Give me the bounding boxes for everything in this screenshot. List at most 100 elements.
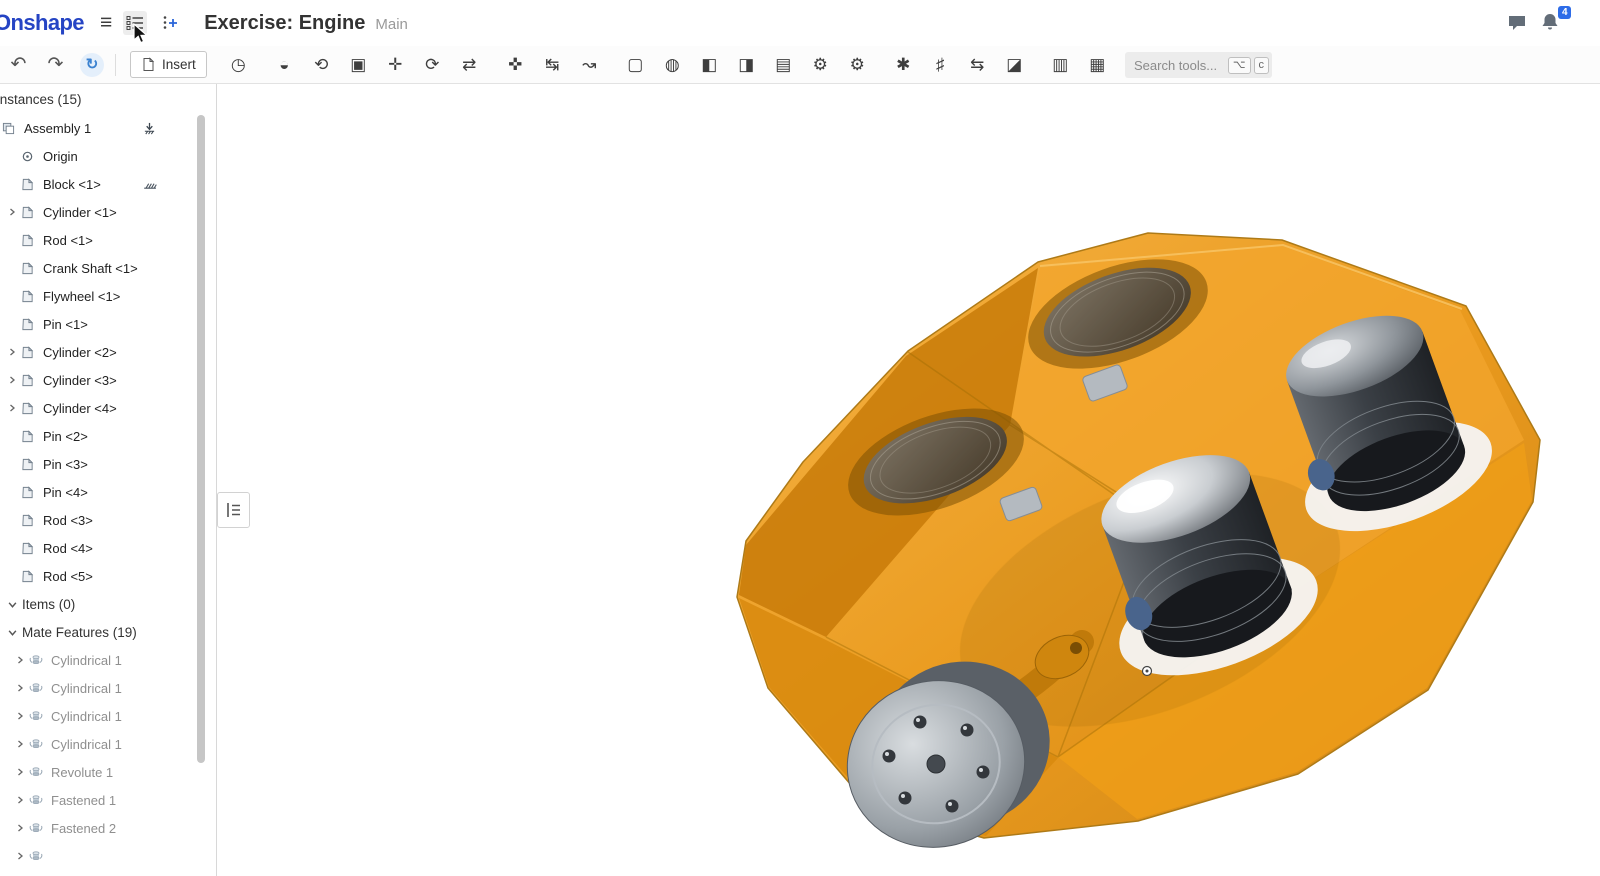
- panel-scrollbar-thumb[interactable]: [197, 115, 205, 763]
- snap-mode-tool-icon[interactable]: ↝: [571, 46, 608, 83]
- mate-feature-fastened-1[interactable]: Fastened 1: [0, 786, 216, 814]
- tree-item-label: Pin <4>: [43, 485, 88, 500]
- redo-button[interactable]: ↷: [37, 53, 74, 76]
- chevron-right-icon[interactable]: [2, 348, 21, 356]
- part-icon: [21, 318, 41, 331]
- insert-part-tool-icon[interactable]: ◍: [654, 46, 691, 83]
- tree-item-cylinder-1[interactable]: Cylinder <1>: [0, 198, 216, 226]
- chevron-right-icon[interactable]: [10, 852, 29, 860]
- fastened-mate-tool-icon[interactable]: ✜: [497, 46, 534, 83]
- tree-item-label: Rod <5>: [43, 569, 93, 584]
- mate-feature-cylindrical-1[interactable]: Cylindrical 1: [0, 702, 216, 730]
- chevron-right-icon[interactable]: [10, 712, 29, 720]
- chevron-right-icon[interactable]: [10, 768, 29, 776]
- mate-relation-tool-icon[interactable]: ⚙: [802, 46, 839, 83]
- tree-item-cylinder-4[interactable]: Cylinder <4>: [0, 394, 216, 422]
- onshape-logo[interactable]: Onshape: [0, 10, 84, 36]
- panel-list-icon: [224, 500, 244, 520]
- chevron-right-icon[interactable]: [2, 404, 21, 412]
- items-section-header[interactable]: Items (0): [0, 590, 216, 618]
- tree-item-partial[interactable]: [0, 842, 216, 870]
- tree-item-pin-2[interactable]: Pin <2>: [0, 422, 216, 450]
- fastened-mate-icon: [29, 793, 49, 807]
- mate-feature-cylindrical-1[interactable]: Cylindrical 1: [0, 674, 216, 702]
- replicate-tool-icon[interactable]: ◧: [691, 46, 728, 83]
- cylindrical-mate-icon: [29, 653, 49, 667]
- named-views-tool-icon[interactable]: ▥: [1042, 46, 1079, 83]
- chevron-right-icon[interactable]: [10, 656, 29, 664]
- notification-count-badge: 4: [1558, 6, 1571, 19]
- mate-feature-label: Cylindrical 1: [51, 681, 122, 696]
- swap-instance-tool-icon[interactable]: ⇆: [959, 46, 996, 83]
- tangent-mate-tool-icon[interactable]: ↹: [534, 46, 571, 83]
- engine-3d-view[interactable]: [218, 84, 1600, 876]
- group-tool-icon[interactable]: ▢: [617, 46, 654, 83]
- cylindrical-mate-tool-icon[interactable]: ◒: [266, 46, 303, 83]
- part-icon: [21, 542, 41, 555]
- slider-mate-tool-icon[interactable]: ▣: [340, 46, 377, 83]
- section-view-tool-icon[interactable]: ◪: [996, 46, 1033, 83]
- chevron-right-icon[interactable]: [2, 376, 21, 384]
- hamburger-menu-icon[interactable]: ≡: [100, 11, 112, 35]
- tree-item-assembly-1[interactable]: Assembly 1: [0, 114, 216, 142]
- parallel-mate-tool-icon[interactable]: ⇄: [451, 46, 488, 83]
- gear-relation-tool-icon[interactable]: ⚙: [839, 46, 876, 83]
- fixed-indicator-icon: [143, 178, 158, 193]
- chevron-right-icon[interactable]: [10, 796, 29, 804]
- mate-feature-cylindrical-1[interactable]: Cylindrical 1: [0, 646, 216, 674]
- ball-mate-tool-icon[interactable]: ⟳: [414, 46, 451, 83]
- notifications-bell[interactable]: 4: [1540, 12, 1562, 34]
- mate-feature-fastened-2[interactable]: Fastened 2: [0, 814, 216, 842]
- tree-item-pin-3[interactable]: Pin <3>: [0, 450, 216, 478]
- part-icon: [21, 178, 41, 191]
- tree-item-crank-shaft-1[interactable]: Crank Shaft <1>: [0, 254, 216, 282]
- part-icon: [21, 346, 41, 359]
- rotate-view-icon[interactable]: ↻: [80, 53, 104, 77]
- comments-icon[interactable]: [1507, 13, 1527, 33]
- screw-relation-tool-icon[interactable]: ✱: [885, 46, 922, 83]
- history-icon[interactable]: ◷: [220, 46, 257, 83]
- tree-item-rod-1[interactable]: Rod <1>: [0, 226, 216, 254]
- linear-pattern-tool-icon[interactable]: ◨: [728, 46, 765, 83]
- collapse-instances-panel-button[interactable]: [217, 492, 250, 528]
- mate-connector-point[interactable]: [1143, 667, 1152, 676]
- tree-item-label: Block <1>: [43, 177, 101, 192]
- instances-header[interactable]: Instances (15): [0, 84, 216, 114]
- mate-feature-cylindrical-1[interactable]: Cylindrical 1: [0, 730, 216, 758]
- tree-item-cylinder-2[interactable]: Cylinder <2>: [0, 338, 216, 366]
- rack-pinion-tool-icon[interactable]: ♯: [922, 46, 959, 83]
- tree-item-pin-1[interactable]: Pin <1>: [0, 310, 216, 338]
- mate-feature-revolute-1[interactable]: Revolute 1: [0, 758, 216, 786]
- tree-item-rod-5[interactable]: Rod <5>: [0, 562, 216, 590]
- chevron-right-icon[interactable]: [10, 740, 29, 748]
- instances-panel: Instances (15) Assembly 1Origin Block <1>…: [0, 84, 217, 876]
- chevron-down-icon[interactable]: [3, 600, 22, 609]
- workspace-name[interactable]: Main: [375, 13, 408, 33]
- mates-section-header[interactable]: Mate Features (19): [0, 618, 216, 646]
- chevron-right-icon[interactable]: [10, 824, 29, 832]
- tree-item-label: Cylinder <1>: [43, 205, 117, 220]
- tree-item-cylinder-3[interactable]: Cylinder <3>: [0, 366, 216, 394]
- tree-item-rod-4[interactable]: Rod <4>: [0, 534, 216, 562]
- insert-new-element-icon[interactable]: [158, 11, 182, 35]
- planar-mate-tool-icon[interactable]: ✛: [377, 46, 414, 83]
- insert-button[interactable]: Insert: [130, 51, 207, 78]
- chevron-down-icon[interactable]: [3, 628, 22, 637]
- circular-pattern-tool-icon[interactable]: ▤: [765, 46, 802, 83]
- tree-item-pin-4[interactable]: Pin <4>: [0, 478, 216, 506]
- part-icon: [21, 458, 41, 471]
- search-tools-box[interactable]: Search tools... ⌥ c: [1125, 52, 1272, 78]
- tree-item-block-1[interactable]: Block <1>: [0, 170, 216, 198]
- shortcut-alt-key: ⌥: [1228, 57, 1251, 74]
- mate-features-list: Cylindrical 1Cylindrical 1Cylindrical 1C…: [0, 646, 216, 870]
- tree-item-origin[interactable]: Origin: [0, 142, 216, 170]
- mate-feature-label: Fastened 2: [51, 821, 116, 836]
- bom-table-tool-icon[interactable]: ▦: [1079, 46, 1116, 83]
- graphics-viewport[interactable]: [218, 84, 1600, 876]
- revolute-mate-tool-icon[interactable]: ⟲: [303, 46, 340, 83]
- tree-item-flywheel-1[interactable]: Flywheel <1>: [0, 282, 216, 310]
- chevron-right-icon[interactable]: [2, 208, 21, 216]
- tree-item-rod-3[interactable]: Rod <3>: [0, 506, 216, 534]
- undo-button[interactable]: ↶: [0, 53, 37, 76]
- chevron-right-icon[interactable]: [10, 684, 29, 692]
